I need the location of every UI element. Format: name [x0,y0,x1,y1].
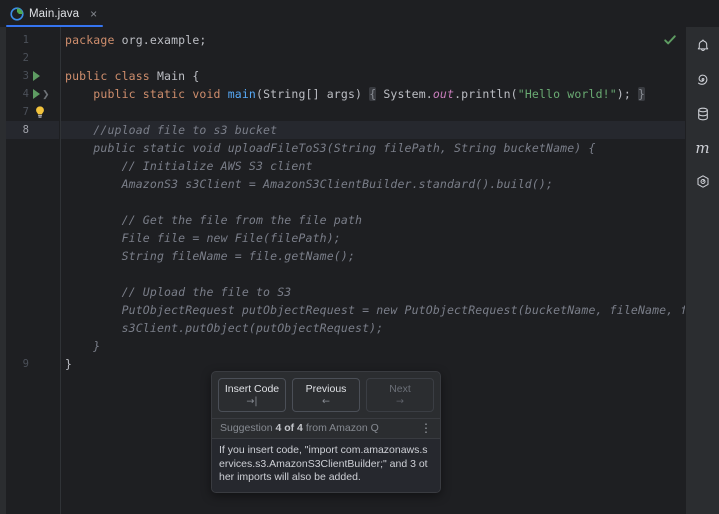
tab-bar-empty-space [107,0,719,27]
editor-tab-label: Main.java [29,7,80,20]
code-line-ghost: AmazonS3 s3Client = AmazonS3ClientBuilde… [65,177,554,191]
gutter-line: 7 [6,103,59,121]
line-number: 8 [22,124,29,136]
spiral-icon[interactable] [690,67,716,93]
more-options-icon[interactable]: ⋮ [420,422,432,434]
gutter-line-current: 8 [6,121,59,139]
intention-lightbulb-icon[interactable] [33,105,47,119]
main-area: 1 2 3 4 ❯ 7 8 9 package org.example; pub… [0,27,719,514]
gutter-marks [29,105,59,119]
inspection-ok-check-icon[interactable] [663,33,677,47]
next-suggestion-button[interactable]: Next → [366,378,434,412]
maven-letter: m [695,138,710,157]
gutter-line: 9 [6,355,59,373]
gutter-line: 3 [6,67,59,85]
gutter-line [6,337,59,355]
line-number: 4 [22,88,29,100]
amazon-q-suggestion-popup[interactable]: Insert Code →| Previous ← Next → Suggest… [211,371,441,493]
plugin-hexagon-icon[interactable] [690,169,716,195]
gutter-line [6,319,59,337]
code-line-ghost: } [65,339,101,353]
suggestion-status-bar: Suggestion 4 of 4 from Amazon Q ⋮ [212,418,440,438]
chevron-right-fold-icon[interactable]: ❯ [42,89,50,99]
code-line-ghost: String fileName = file.getName(); [65,249,356,263]
database-icon[interactable] [690,101,716,127]
line-number: 3 [22,70,29,82]
gutter-line [6,247,59,265]
status-prefix: Suggestion [220,422,276,434]
ide-window: Main.java × 1 2 3 4 ❯ 7 8 9 package org.… [0,0,719,514]
arrow-left-icon: ← [322,396,330,407]
previous-label: Previous [305,383,347,395]
gutter-line [6,265,59,283]
gutter-line [6,211,59,229]
previous-suggestion-button[interactable]: Previous ← [292,378,360,412]
arrow-right-icon: → [396,396,404,407]
gutter-line [6,193,59,211]
insert-code-button[interactable]: Insert Code →| [218,378,286,412]
editor-tab-main-java[interactable]: Main.java × [0,0,108,27]
gutter-line [6,283,59,301]
suggestion-info-text: If you insert code, "import com.amazonaw… [212,438,440,492]
gutter-marks: ❯ [29,89,59,99]
gutter-line [6,139,59,157]
code-line-ghost: public static void uploadFileToS3(String… [65,141,596,155]
code-line-ghost: PutObjectRequest putObjectRequest = new … [65,303,685,317]
code-line-folded: public static void main(String[] args) {… [93,87,646,101]
code-line-ghost: // Initialize AWS S3 client [65,159,313,173]
status-suffix: from Amazon Q [302,422,379,434]
line-number: 1 [22,34,29,46]
code-line-ghost [61,193,685,211]
code-line-current: //upload file to s3 bucket [61,121,685,139]
gutter-line [6,229,59,247]
maven-m-icon[interactable]: m [690,135,716,161]
tab-key-icon: →| [246,396,258,407]
line-number: 2 [22,52,29,64]
suggestion-buttons-row: Insert Code →| Previous ← Next → [212,372,440,418]
right-tool-window-bar: m [685,27,719,514]
java-class-icon [10,6,24,21]
gutter-line: 2 [6,49,59,67]
gutter-line: 4 ❯ [6,85,59,103]
code-editor[interactable]: 1 2 3 4 ❯ 7 8 9 package org.example; pub… [6,27,685,514]
close-icon[interactable]: × [88,7,99,21]
editor-tab-bar: Main.java × [0,0,719,27]
gutter-line: 1 [6,31,59,49]
gutter-marks [29,71,59,81]
line-number: 9 [22,358,29,370]
code-line: package org.example; [65,33,207,47]
gutter-line [6,175,59,193]
next-label: Next [389,383,411,395]
insert-code-label: Insert Code [224,383,280,395]
gutter-line [6,157,59,175]
code-line: public class Main { [65,69,200,83]
code-line-ghost: // Get the file from the file path [65,213,363,227]
editor-gutter[interactable]: 1 2 3 4 ❯ 7 8 9 [6,27,60,514]
line-number: 7 [22,106,29,118]
notifications-bell-icon[interactable] [690,33,716,59]
suggestion-count: 4 of 4 [275,422,303,434]
gutter-line [6,301,59,319]
run-class-icon[interactable] [33,71,40,81]
code-line-ghost: s3Client.putObject(putObjectRequest); [65,321,384,335]
code-line-ghost [61,265,685,283]
code-line-ghost: File file = new File(filePath); [65,231,341,245]
run-method-icon[interactable] [33,89,40,99]
code-line-ghost: // Upload the file to S3 [65,285,292,299]
suggestion-status-text: Suggestion 4 of 4 from Amazon Q [220,422,420,434]
